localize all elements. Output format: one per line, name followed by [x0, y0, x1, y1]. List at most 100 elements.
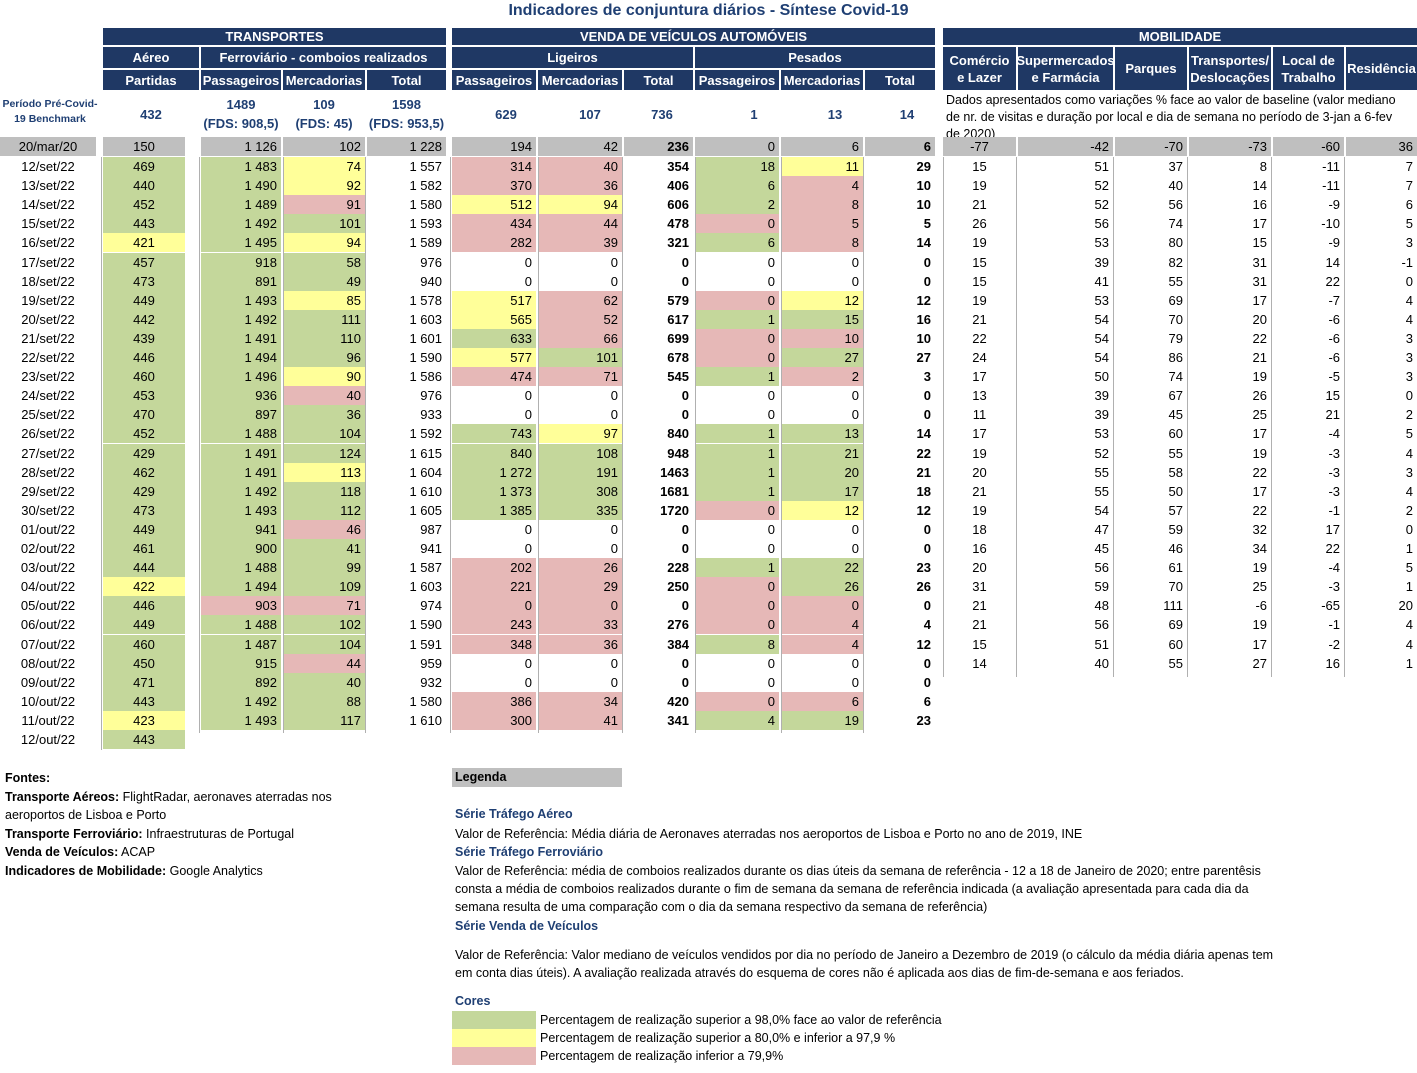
cell-residencia: 4 — [1405, 617, 1413, 633]
cell-pes-pass: 18 — [695, 157, 779, 176]
cell-ferro-merc: 102 — [283, 137, 365, 156]
cell-ferro-pass: 1 492 — [201, 691, 281, 711]
cell-residencia: 7 — [1405, 178, 1413, 194]
cell-ferro-pass: 891 — [201, 271, 281, 291]
cell-pes-pass: 1 — [695, 481, 779, 501]
cell-ferro-total: 987 — [420, 521, 442, 537]
cell-ferro-pass — [201, 730, 281, 749]
cell-lig-pass: 300 — [452, 710, 536, 730]
cell-lig-pass: 282 — [452, 233, 536, 253]
header-partidas: Partidas — [103, 70, 199, 90]
cell-pes-total: 10 — [916, 178, 931, 194]
cell-lig-merc: 0 — [610, 674, 618, 690]
legend-ferro-text-1: Valor de Referência: média de comboios r… — [455, 864, 1261, 878]
benchmark-ferro-pass: 1489 — [226, 97, 256, 112]
column-divider — [695, 157, 696, 733]
cell-supermercados: 55 — [1094, 464, 1109, 480]
source-item: Indicadores de Mobilidade: Google Analyt… — [5, 862, 263, 880]
cell-lig-total: 0 — [681, 521, 689, 537]
cell-pes-total: 23 — [916, 560, 931, 576]
cell-pes-pass: 8 — [695, 634, 779, 654]
cell-comercio: 17 — [972, 426, 987, 442]
cell-aereo: 443 — [103, 691, 185, 711]
table-row: 26/set/22 452 1 488 104 1 592 743 97 840 1 13 14 17… — [0, 424, 1417, 444]
cell-lig-total: 0 — [681, 655, 689, 671]
cell-ferro-total: 976 — [420, 388, 442, 404]
cell-ferro-pass: 1 488 — [201, 558, 281, 578]
cell-lig-total: 0 — [681, 407, 689, 423]
benchmark-label: Período Pré-Covid-19 Benchmark — [2, 98, 98, 125]
header-mobilidade: MOBILIDADE — [943, 28, 1417, 45]
cell-residencia: 0 — [1405, 388, 1413, 404]
cell-ferro-total: 932 — [420, 674, 442, 690]
cell-pes-total: 26 — [916, 579, 931, 595]
cell-ferro-total: 1 592 — [409, 426, 442, 442]
source-label: Indicadores de Mobilidade: — [5, 863, 167, 878]
cell-pes-pass: 1 — [695, 424, 779, 444]
cell-comercio: 21 — [972, 311, 987, 327]
cell-residencia: 1 — [1405, 541, 1413, 556]
cell-lig-pass: 202 — [452, 558, 536, 578]
cell-trabalho: -3 — [1328, 483, 1340, 499]
column-divider — [1016, 157, 1017, 677]
cell-aereo: 457 — [103, 252, 185, 272]
cell-ferro-merc: 40 — [283, 386, 365, 406]
cell-pes-merc: 11 — [781, 157, 863, 176]
column-divider — [199, 157, 200, 733]
cell-pes-merc: 8 — [781, 233, 863, 253]
cell-pes-total: 14 — [916, 426, 931, 442]
cell-residencia — [1346, 730, 1417, 749]
cell-residencia: 5 — [1405, 216, 1413, 232]
cell-aereo: 442 — [103, 309, 185, 329]
cell-transportes: 17 — [1252, 292, 1267, 308]
cell-parques: 55 — [1168, 445, 1183, 461]
cell-comercio: 16 — [972, 541, 987, 556]
cell-lig-total: 840 — [667, 426, 689, 442]
cell-residencia: 2 — [1405, 407, 1413, 423]
cell-transportes: 19 — [1252, 369, 1267, 385]
cell-pes-pass: 6 — [695, 176, 779, 196]
cell-comercio — [943, 673, 1016, 692]
cell-lig-total: 341 — [667, 712, 689, 728]
cell-pes-pass: 0 — [695, 691, 779, 711]
table-row: 30/set/22 473 1 493 112 1 605 1 385 335 1720 0 12… — [0, 500, 1417, 520]
cell-transportes — [1189, 692, 1271, 711]
cell-aereo: 446 — [103, 348, 185, 367]
cell-supermercados: 45 — [1094, 541, 1109, 556]
cell-pes-pass — [695, 730, 779, 749]
cell-supermercados: 54 — [1094, 502, 1109, 518]
cell-comercio: 19 — [972, 502, 987, 518]
cell-ferro-total: 1 587 — [409, 560, 442, 576]
benchmark-ferro-merc: 109 — [313, 97, 335, 112]
cell-ferro-merc: 104 — [283, 634, 365, 654]
table-row: 20/set/22 442 1 492 111 1 603 565 52 617 1 15 16 21… — [0, 309, 1417, 329]
cell-lig-pass: 1 373 — [452, 481, 536, 501]
cell-ferro-pass: 1 492 — [201, 309, 281, 329]
cell-transportes: 34 — [1252, 541, 1267, 556]
cell-ferro-merc: 36 — [283, 405, 365, 425]
cell-pes-total: 10 — [916, 197, 931, 213]
cell-comercio: 21 — [972, 197, 987, 213]
cell-lig-pass: 512 — [452, 195, 536, 215]
table-row: 06/out/22 449 1 488 102 1 590 243 33 276 0 4 4 21 56… — [0, 615, 1417, 635]
cell-aereo: 423 — [103, 710, 185, 730]
header-ligeiros: Ligeiros — [452, 47, 693, 68]
cell-parques: 86 — [1168, 350, 1183, 365]
source-text: ACAP — [121, 845, 156, 860]
cell-parques: 58 — [1168, 464, 1183, 480]
cell-comercio: 19 — [972, 235, 987, 251]
cell-pes-merc: 8 — [781, 195, 863, 215]
cell-residencia: 3 — [1405, 350, 1413, 365]
cell-lig-merc: 0 — [538, 596, 622, 616]
cell-trabalho: -6 — [1328, 311, 1340, 327]
cell-lig-total: 420 — [667, 693, 689, 709]
cell-pes-merc: 2 — [781, 367, 863, 387]
cell-lig-total: 678 — [667, 350, 689, 365]
cell-pes-pass: 1 — [695, 367, 779, 387]
cell-ferro-merc: 94 — [283, 233, 365, 253]
cell-comercio: 21 — [972, 598, 987, 614]
cell-lig-total: 250 — [667, 579, 689, 595]
source-label: Transporte Ferroviário: — [5, 826, 143, 841]
cell-transportes: 32 — [1252, 521, 1267, 537]
header-lig-total: Total — [624, 70, 693, 90]
